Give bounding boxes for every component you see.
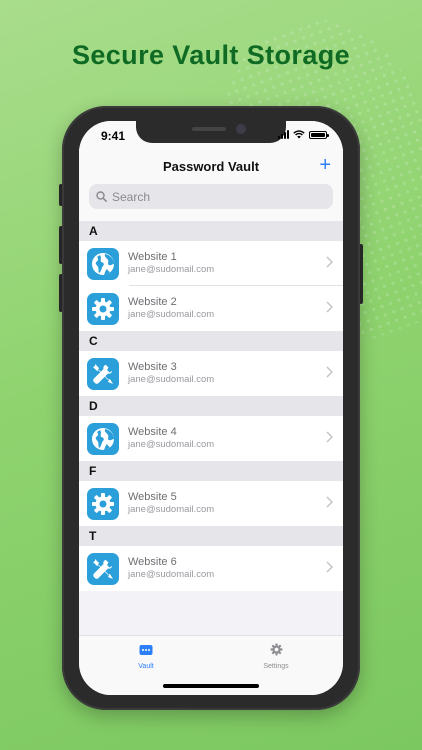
item-email: jane@sudomail.com (128, 504, 215, 515)
navigation-bar: Password Vault + (79, 149, 343, 183)
section-header-a: A (79, 221, 343, 241)
home-indicator[interactable] (163, 684, 259, 688)
chevron-right-icon (326, 431, 333, 443)
tab-settings[interactable]: Settings (236, 643, 316, 670)
list-item-website-2[interactable]: Website 2 jane@sudomail.com (79, 286, 343, 331)
item-email: jane@sudomail.com (128, 439, 215, 450)
section-header-t: T (79, 526, 343, 546)
section-header-f: F (79, 461, 343, 481)
chevron-right-icon (326, 301, 333, 313)
signal-icon (278, 130, 289, 139)
item-title: Website 5 (128, 491, 177, 503)
chevron-right-icon (326, 256, 333, 268)
globe-icon (87, 247, 119, 280)
section-header-d: D (79, 396, 343, 416)
vault-icon (139, 645, 153, 655)
tools-icon (87, 552, 119, 585)
section-header-c: C (79, 331, 343, 351)
phone-notch (136, 121, 286, 143)
gear-icon (270, 643, 282, 656)
item-title: Website 6 (128, 556, 177, 568)
list-item-website-3[interactable]: Website 3 jane@sudomail.com (79, 351, 343, 396)
list-item-website-1[interactable]: Website 1 jane@sudomail.com (79, 241, 343, 286)
status-icons (278, 130, 329, 139)
marketing-headline: Secure Vault Storage (71, 40, 351, 70)
gear-icon (87, 292, 119, 325)
chevron-right-icon (326, 366, 333, 378)
item-title: Website 1 (128, 251, 177, 263)
chevron-right-icon (326, 496, 333, 508)
list-item-website-4[interactable]: Website 4 jane@sudomail.com (79, 416, 343, 461)
search-placeholder: Search (112, 189, 151, 204)
list-item-website-6[interactable]: Website 6 jane@sudomail.com (79, 546, 343, 591)
item-title: Website 4 (128, 426, 177, 438)
item-title: Website 3 (128, 361, 177, 373)
wifi-icon (293, 130, 305, 139)
item-title: Website 2 (128, 296, 177, 308)
page-title: Password Vault (162, 158, 260, 174)
tab-bar: Vault Settings (79, 635, 343, 695)
tab-vault-label: Vault (138, 663, 154, 670)
globe-icon (87, 422, 119, 455)
item-email: jane@sudomail.com (128, 264, 215, 275)
vault-list: A Website 1 jane@sudomail.com Website 2 … (79, 221, 343, 591)
battery-icon (309, 130, 329, 139)
item-email: jane@sudomail.com (128, 569, 215, 580)
status-time: 9:41 (101, 129, 126, 143)
search-icon (96, 191, 107, 202)
tab-settings-label: Settings (263, 663, 289, 670)
tools-icon (87, 357, 119, 390)
phone-screen: 9:41 Password Vault + Search A Website 1… (79, 121, 343, 695)
chevron-right-icon (326, 561, 333, 573)
tab-vault[interactable]: Vault (106, 643, 186, 670)
speaker (192, 127, 226, 131)
list-item-website-5[interactable]: Website 5 jane@sudomail.com (79, 481, 343, 526)
front-camera (236, 124, 246, 134)
item-email: jane@sudomail.com (128, 374, 215, 385)
search-input[interactable]: Search (89, 184, 333, 209)
item-email: jane@sudomail.com (128, 309, 215, 320)
add-entry-button[interactable]: + (319, 153, 331, 177)
gear-icon (87, 487, 119, 520)
